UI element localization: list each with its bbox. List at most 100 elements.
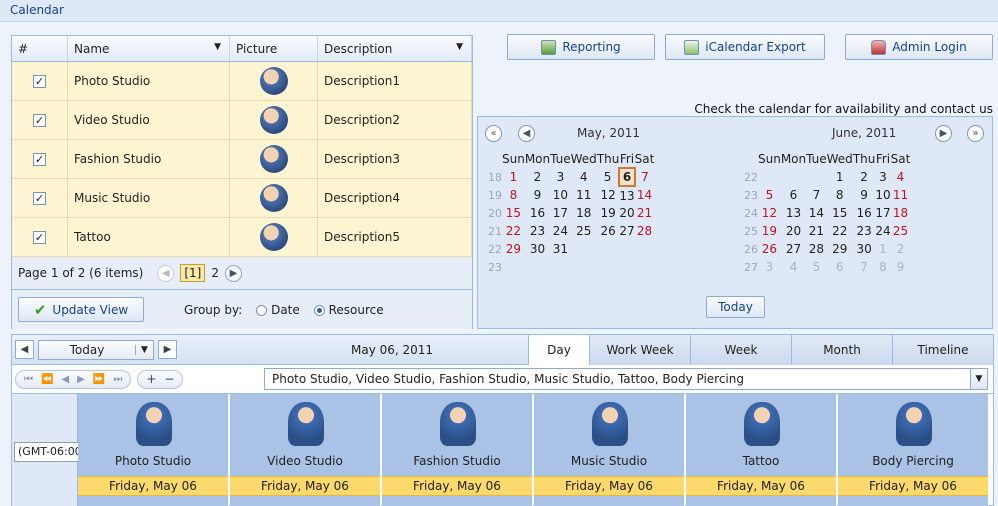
calendar-day[interactable]: 29 — [827, 240, 853, 258]
resource-column[interactable]: Tattoo Friday, May 06 — [686, 394, 837, 506]
calendar-day[interactable]: 6 — [781, 186, 806, 204]
calendar-day[interactable]: 2 — [853, 168, 876, 186]
calendar-day[interactable]: 27 — [781, 240, 806, 258]
calendar-day[interactable]: 21 — [806, 222, 827, 240]
tab-timeline[interactable]: Timeline — [892, 335, 993, 365]
table-row[interactable]: ✓ Music Studio Description4 — [12, 179, 472, 218]
calendar-day[interactable]: 5 — [597, 168, 620, 186]
row-check-cell[interactable]: ✓ — [12, 179, 68, 217]
calendar-day[interactable]: 11 — [571, 186, 597, 204]
calendar-day[interactable]: 27 — [619, 222, 634, 240]
calendar-day[interactable]: 16 — [853, 204, 876, 222]
calendar-day[interactable]: 14 — [806, 204, 827, 222]
prev-page-icon[interactable]: ◀ — [157, 264, 175, 282]
calendar-today-button[interactable]: Today — [706, 296, 765, 318]
calendar-day[interactable]: 1 — [827, 168, 853, 186]
calendar-day[interactable]: 25 — [571, 222, 597, 240]
chevron-down-icon[interactable]: ▼ — [135, 344, 153, 355]
table-row[interactable]: ✓ Fashion Studio Description3 — [12, 140, 472, 179]
calendar-day[interactable]: 31 — [550, 240, 571, 258]
group-by-resource[interactable]: Resource — [313, 303, 384, 317]
calendar-day[interactable]: 22 — [502, 222, 525, 240]
tab-day[interactable]: Day — [528, 335, 589, 365]
resource-column[interactable]: Body Piercing Friday, May 06 — [838, 394, 989, 506]
pager-page-2[interactable]: 2 — [211, 266, 219, 280]
calendar-day[interactable]: 20 — [781, 222, 806, 240]
resource-column[interactable]: Photo Studio Friday, May 06 — [78, 394, 229, 506]
calendar-day[interactable]: 2 — [891, 240, 911, 258]
zoom-pill[interactable]: + − — [137, 369, 184, 389]
back-icon[interactable]: ◀ — [61, 374, 69, 385]
calendar-day[interactable]: 3 — [758, 258, 781, 276]
calendar-day[interactable]: 22 — [827, 222, 853, 240]
row-check-cell[interactable]: ✓ — [12, 140, 68, 178]
table-row[interactable]: ✓ Tattoo Description5 — [12, 218, 472, 257]
calendar-day[interactable]: 19 — [597, 204, 620, 222]
update-view-button[interactable]: ✔ Update View — [18, 297, 144, 322]
calendar-day[interactable]: 6 — [827, 258, 853, 276]
calendar-day[interactable]: 13 — [619, 186, 634, 204]
calendar-day[interactable]: 24 — [550, 222, 571, 240]
calendar-day[interactable]: 4 — [571, 168, 597, 186]
radio-resource[interactable] — [313, 304, 325, 316]
zoom-in-icon[interactable]: + — [146, 372, 156, 386]
calendar-day[interactable]: 15 — [502, 204, 525, 222]
forward-icon[interactable]: ▶ — [77, 374, 85, 385]
calendar-day[interactable]: 30 — [853, 240, 876, 258]
tab-month[interactable]: Month — [791, 335, 892, 365]
calendar-day[interactable]: 23 — [525, 222, 550, 240]
prev-month-icon[interactable]: ◀ — [518, 125, 535, 142]
next-year-icon[interactable]: » — [967, 125, 984, 142]
filter-icon[interactable]: ▼ — [456, 42, 463, 52]
calendar-day[interactable]: 9 — [853, 186, 876, 204]
col-header-num[interactable]: # — [12, 36, 68, 61]
admin-login-button[interactable]: Admin Login — [845, 34, 993, 60]
calendar-day[interactable]: 11 — [891, 186, 911, 204]
calendar-day[interactable]: 24 — [875, 222, 890, 240]
calendar-day[interactable]: 1 — [875, 240, 890, 258]
table-row[interactable]: ✓ Video Studio Description2 — [12, 101, 472, 140]
calendar-day[interactable]: 7 — [635, 168, 655, 186]
row-checkbox[interactable]: ✓ — [33, 113, 46, 127]
col-header-description[interactable]: Description ▼ — [318, 36, 472, 61]
col-header-name[interactable]: Name ▼ — [68, 36, 230, 61]
calendar-day[interactable]: 8 — [827, 186, 853, 204]
calendar-day[interactable]: 26 — [758, 240, 781, 258]
fast-forward-icon[interactable]: ⏩ — [93, 374, 105, 385]
calendar-day[interactable]: 3 — [875, 168, 890, 186]
calendar-day[interactable]: 9 — [891, 258, 911, 276]
calendar-day[interactable]: 12 — [597, 186, 620, 204]
first-icon[interactable]: ⏮ — [24, 374, 33, 385]
tab-work-week[interactable]: Work Week — [589, 335, 690, 365]
calendar-day[interactable]: 5 — [806, 258, 827, 276]
col-header-picture[interactable]: Picture — [230, 36, 318, 61]
reporting-button[interactable]: Reporting — [507, 34, 655, 60]
calendar-day[interactable]: 12 — [758, 204, 781, 222]
resource-column[interactable]: Video Studio Friday, May 06 — [230, 394, 381, 506]
icalendar-export-button[interactable]: iCalendar Export — [665, 34, 825, 60]
radio-date[interactable] — [256, 304, 268, 316]
calendar-day[interactable]: 20 — [619, 204, 634, 222]
calendar-day[interactable]: 4 — [781, 258, 806, 276]
calendar-day[interactable]: 18 — [891, 204, 911, 222]
resource-filter-combo[interactable]: Photo Studio, Video Studio, Fashion Stud… — [264, 368, 988, 390]
next-day-icon[interactable]: ▶ — [158, 340, 177, 359]
calendar-day[interactable]: 2 — [525, 168, 550, 186]
calendar-day[interactable]: 8 — [502, 186, 525, 204]
last-icon[interactable]: ⏭ — [113, 374, 122, 385]
row-checkbox[interactable]: ✓ — [33, 74, 46, 88]
next-page-icon[interactable]: ▶ — [224, 264, 242, 282]
calendar-day[interactable]: 5 — [758, 186, 781, 204]
calendar-day[interactable]: 23 — [853, 222, 876, 240]
row-checkbox[interactable]: ✓ — [33, 152, 46, 166]
calendar-day[interactable]: 21 — [635, 204, 655, 222]
row-check-cell[interactable]: ✓ — [12, 62, 68, 100]
chevron-down-icon[interactable]: ▼ — [970, 369, 987, 389]
filter-icon[interactable]: ▼ — [214, 42, 221, 52]
calendar-day[interactable]: 17 — [875, 204, 890, 222]
calendar-day[interactable]: 1 — [502, 168, 525, 186]
calendar-day[interactable]: 7 — [806, 186, 827, 204]
row-check-cell[interactable]: ✓ — [12, 101, 68, 139]
today-dropdown[interactable]: Today ▼ — [38, 339, 154, 360]
calendar-day[interactable]: 29 — [502, 240, 525, 258]
